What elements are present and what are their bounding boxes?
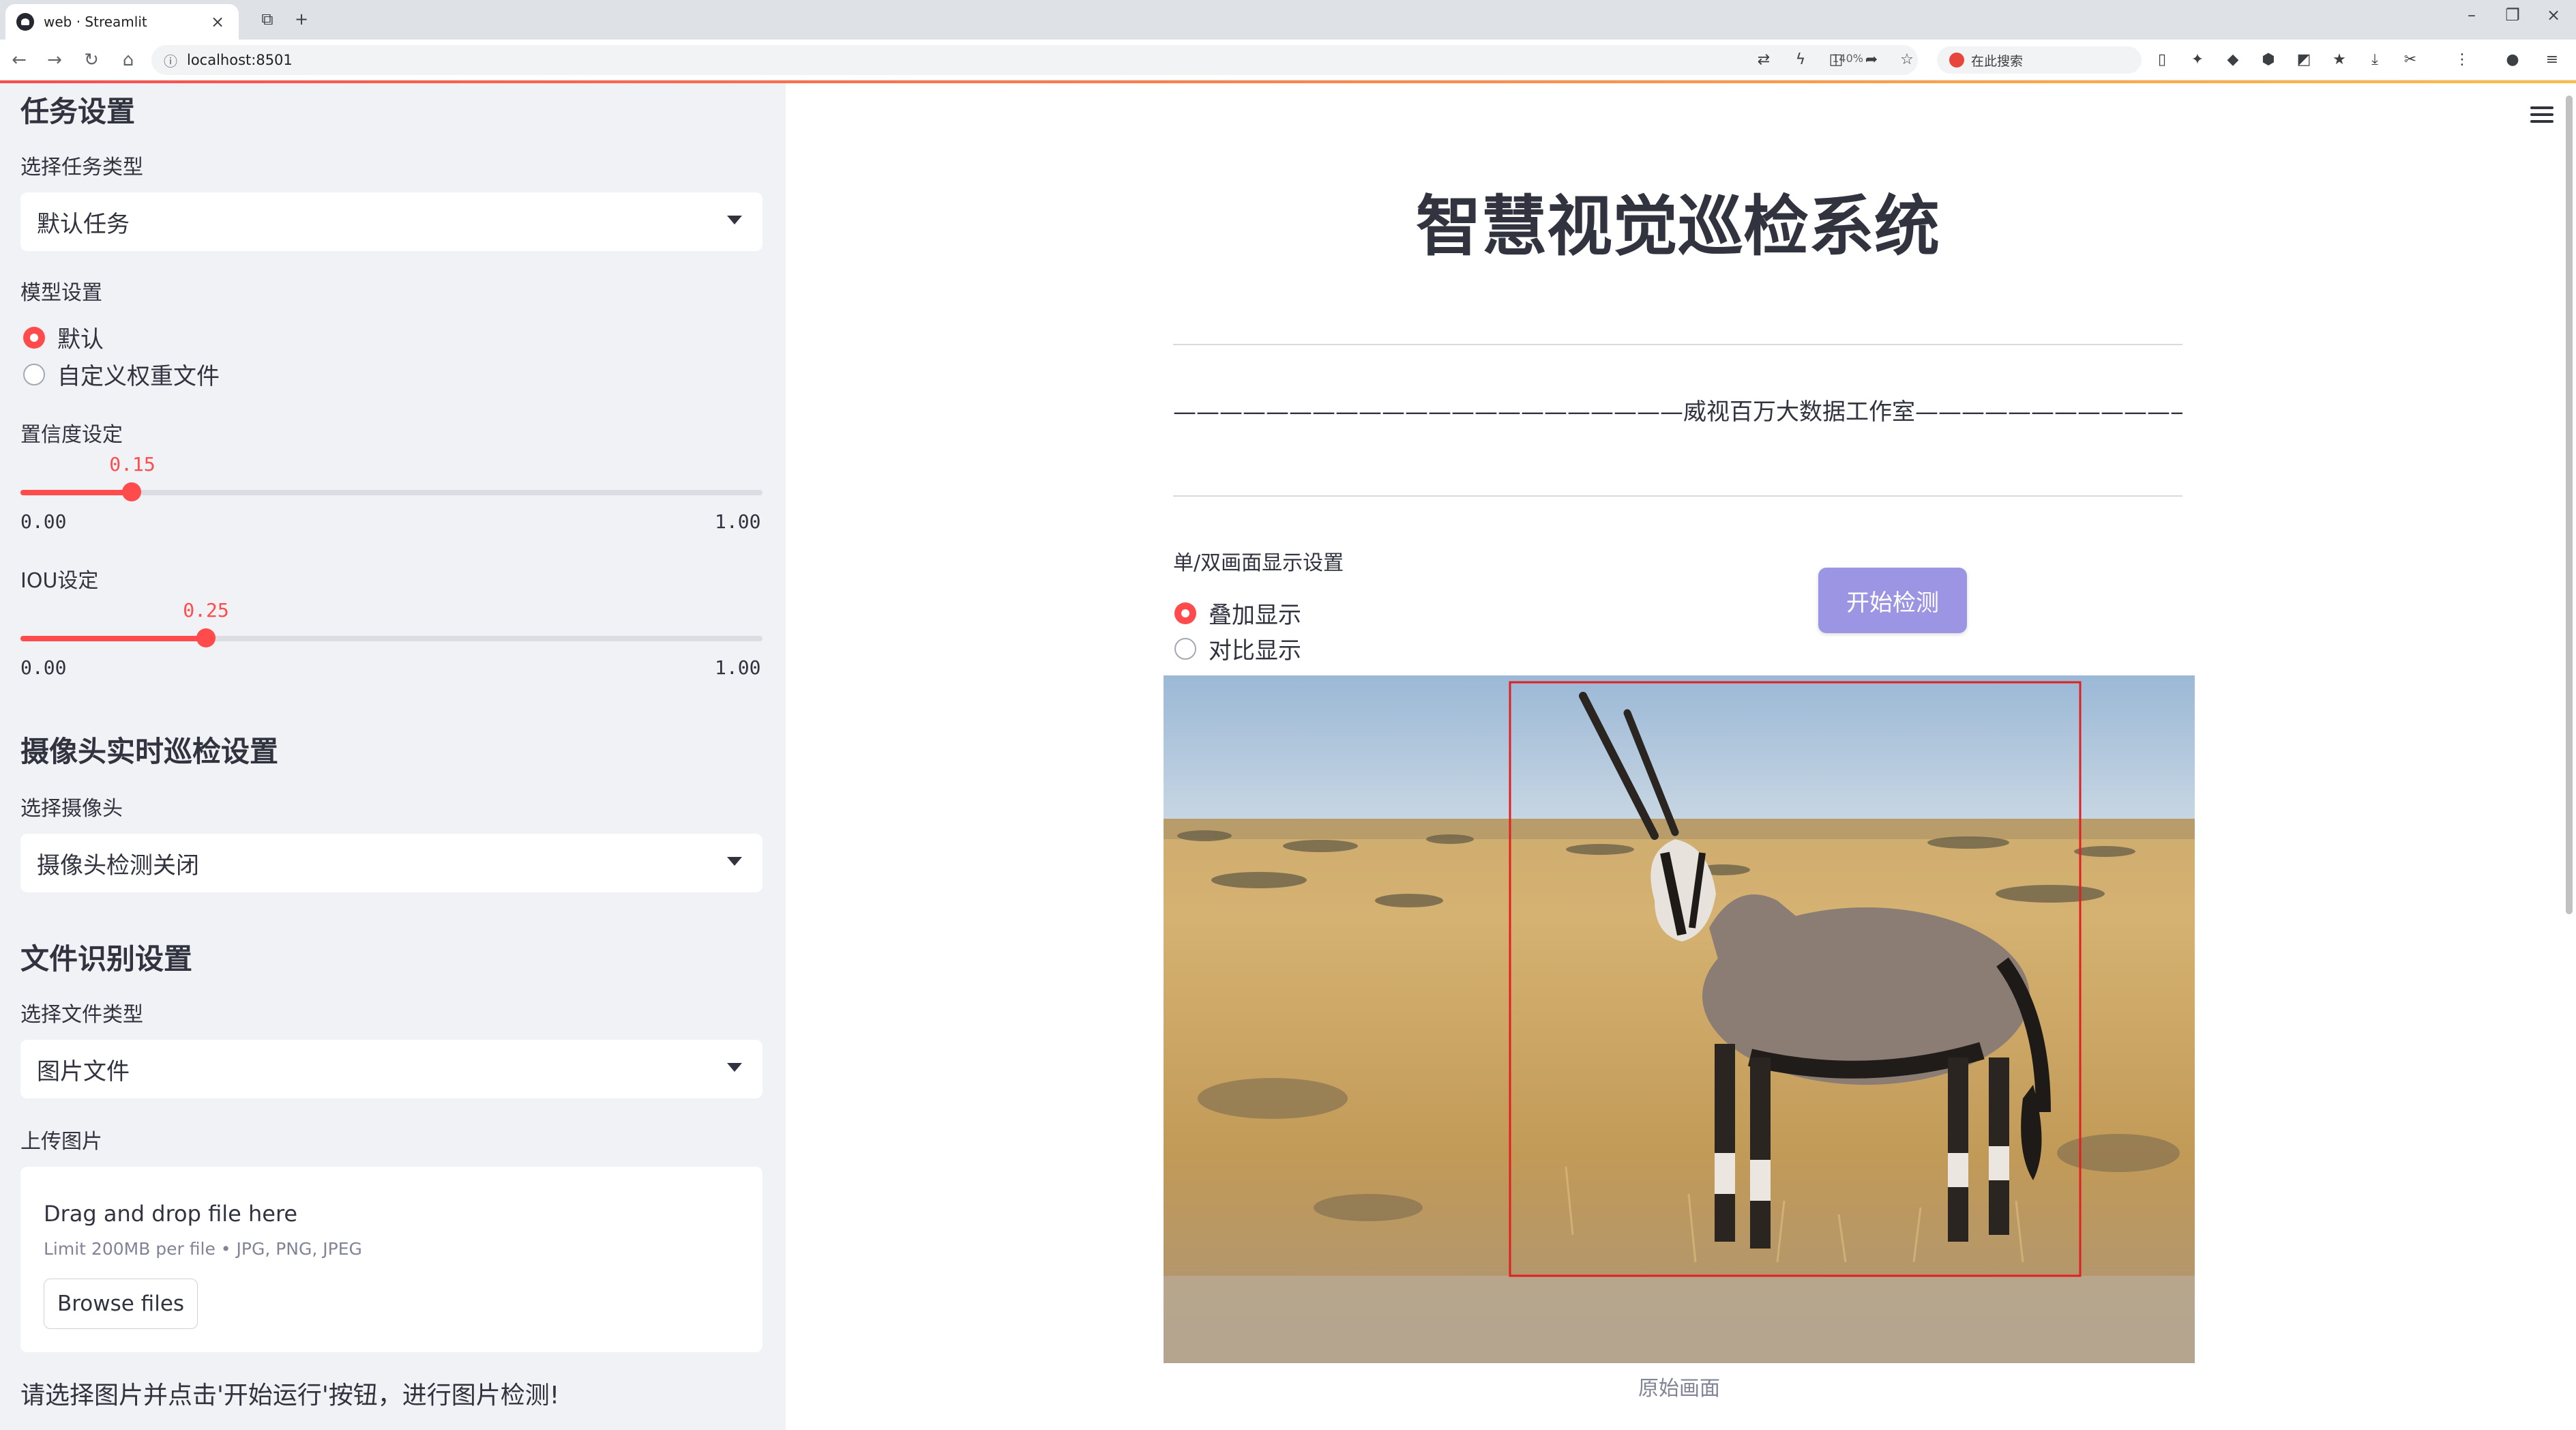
detection-image <box>1164 675 2195 1363</box>
confidence-slider[interactable] <box>20 482 763 501</box>
radio-selected-icon[interactable] <box>23 326 45 349</box>
radio-unselected-icon[interactable] <box>23 363 45 385</box>
reload-icon[interactable]: ↻ <box>79 48 104 72</box>
file-dropzone[interactable]: Drag and drop file here Limit 200MB per … <box>20 1167 763 1352</box>
radio-selected-icon[interactable] <box>1174 602 1196 624</box>
extension-b-icon[interactable]: ◆ <box>2222 49 2244 71</box>
task-settings-heading: 任务设置 <box>20 95 136 128</box>
address-bar: ← → ↻ ⌂ ⓘ localhost:8501 140% ⇄ ϟ ◫ ➦ ☆ … <box>0 40 2576 81</box>
search-placeholder: 在此搜索 <box>1971 53 2024 69</box>
screenshot-icon[interactable]: ◫ <box>1825 49 1847 71</box>
file-type-select[interactable]: 图片文件 <box>20 1040 763 1098</box>
image-caption: 原始画面 <box>1638 1377 1720 1401</box>
close-window-icon[interactable]: × <box>2533 5 2574 25</box>
close-tab-icon[interactable]: × <box>207 12 228 31</box>
display-option-overlay[interactable]: 叠加显示 <box>1174 596 1301 630</box>
radio-unselected-icon[interactable] <box>1174 637 1196 660</box>
chevron-down-icon <box>727 1063 742 1072</box>
browser-tab[interactable]: web · Streamlit × <box>5 4 239 40</box>
bookmark-star-icon[interactable]: ☆ <box>1896 49 1918 71</box>
iou-max: 1.00 <box>715 656 761 679</box>
display-option-label: 叠加显示 <box>1209 602 1301 629</box>
file-type-value: 图片文件 <box>37 1057 130 1085</box>
dropzone-limit: Limit 200MB per file • JPG, PNG, JPEG <box>44 1239 362 1259</box>
page-title: 智慧视觉巡检系统 <box>1416 188 1940 265</box>
iou-slider[interactable] <box>20 628 763 647</box>
confidence-min: 0.00 <box>20 510 67 533</box>
restore-icon[interactable]: ❐ <box>2492 5 2533 25</box>
iou-slider-thumb[interactable] <box>196 628 216 647</box>
extension-d-icon[interactable]: ◩ <box>2293 49 2315 71</box>
iou-label: IOU设定 <box>20 569 99 593</box>
confidence-slider-thumb[interactable] <box>122 482 141 501</box>
upload-image-label: 上传图片 <box>20 1130 102 1154</box>
confidence-slider-fill <box>20 490 132 495</box>
studio-banner: ——————————————————————威视百万大数据工作室————————… <box>1173 398 2182 426</box>
download-icon[interactable]: ⤓ <box>2364 49 2386 71</box>
streamlit-favicon-icon <box>16 13 34 31</box>
chevron-down-icon <box>727 857 742 866</box>
home-icon[interactable]: ⌂ <box>116 48 140 72</box>
url-text: localhost:8501 <box>187 52 293 68</box>
file-settings-heading: 文件识别设置 <box>20 942 193 976</box>
display-mode-label: 单/双画面显示设置 <box>1173 551 1344 575</box>
share-icon[interactable]: ➦ <box>1861 49 1882 71</box>
tab-group-icon[interactable]: ⧉ <box>255 7 280 31</box>
model-option-label: 默认 <box>57 326 104 353</box>
task-type-label: 选择任务类型 <box>20 156 143 179</box>
site-info-icon[interactable]: ⓘ <box>164 50 177 70</box>
browser-tab-bar: web · Streamlit × ⧉ + – ❐ × <box>0 0 2576 40</box>
mobile-icon[interactable]: ▯ <box>2151 49 2173 71</box>
divider-bottom <box>1173 495 2182 497</box>
model-option-label: 自定义权重文件 <box>57 363 220 390</box>
model-option-default[interactable]: 默认 <box>23 321 104 354</box>
confidence-value: 0.15 <box>109 453 156 476</box>
translate-icon[interactable]: ⇄ <box>1753 49 1775 71</box>
search-engine-icon <box>1949 53 1964 68</box>
forward-icon[interactable]: → <box>42 48 67 72</box>
task-type-select[interactable]: 默认任务 <box>20 192 763 251</box>
chevron-down-icon <box>727 216 742 224</box>
browser-menu-icon[interactable]: ≡ <box>2541 49 2563 71</box>
display-option-compare[interactable]: 对比显示 <box>1174 632 1301 665</box>
camera-settings-heading: 摄像头实时巡检设置 <box>20 735 279 768</box>
url-field[interactable]: ⓘ localhost:8501 140% <box>151 45 1918 75</box>
display-option-label: 对比显示 <box>1209 637 1301 665</box>
tab-title: web · Streamlit <box>44 14 147 30</box>
lightning-icon[interactable]: ϟ <box>1790 49 1811 71</box>
sidebar: 任务设置 选择任务类型 默认任务 模型设置 默认 自定义权重文件 置信度设定 0… <box>0 83 786 1430</box>
file-type-label: 选择文件类型 <box>20 1003 143 1027</box>
profile-avatar-icon[interactable]: ● <box>2502 49 2523 71</box>
more-menu-icon[interactable]: ⋮ <box>2451 49 2473 71</box>
sidebar-instruction-note: 请选择图片并点击'开始运行'按钮，进行图片检测! <box>20 1382 560 1410</box>
scrollbar[interactable] <box>2566 96 2573 914</box>
start-detection-button[interactable]: 开始检测 <box>1818 568 1967 633</box>
minimize-icon[interactable]: – <box>2451 5 2492 25</box>
model-settings-label: 模型设置 <box>20 281 102 305</box>
task-type-value: 默认任务 <box>37 210 130 238</box>
divider-top <box>1173 344 2182 345</box>
extension-a-icon[interactable]: ✦ <box>2187 49 2208 71</box>
confidence-max: 1.00 <box>715 510 761 533</box>
camera-select-label: 选择摄像头 <box>20 797 123 821</box>
iou-value: 0.25 <box>183 599 229 622</box>
back-icon[interactable]: ← <box>7 48 31 72</box>
camera-select-value: 摄像头检测关闭 <box>37 851 199 879</box>
dropzone-instructions: Drag and drop file here <box>44 1201 298 1227</box>
browse-files-button[interactable]: Browse files <box>44 1279 198 1329</box>
cut-tool-icon[interactable]: ✂ <box>2399 49 2421 71</box>
iou-slider-fill <box>20 636 206 641</box>
browser-search-box[interactable]: 在此搜索 <box>1937 46 2142 74</box>
favorites-icon[interactable]: ★ <box>2328 49 2350 71</box>
main-menu-icon[interactable] <box>2530 106 2553 126</box>
extension-c-icon[interactable]: ⬢ <box>2257 49 2279 71</box>
model-option-custom-weights[interactable]: 自定义权重文件 <box>23 358 220 391</box>
new-tab-icon[interactable]: + <box>289 7 314 31</box>
camera-select[interactable]: 摄像头检测关闭 <box>20 834 763 892</box>
confidence-label: 置信度设定 <box>20 423 123 447</box>
iou-min: 0.00 <box>20 656 67 679</box>
oryx-savanna-photo <box>1164 675 2195 1363</box>
